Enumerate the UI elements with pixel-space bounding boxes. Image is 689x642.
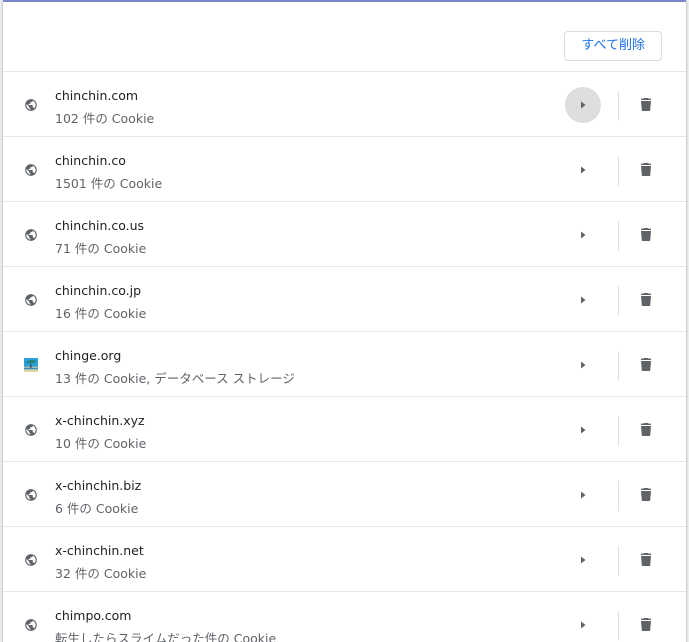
separator [618,286,619,316]
site-row[interactable]: chinchin.com 102 件の Cookie [3,71,686,136]
delete-site-button[interactable] [632,413,660,445]
list-header: すべて削除 [3,2,686,71]
site-cookie-count: 32 件の Cookie [55,566,147,581]
caret-right-icon [581,621,586,629]
trash-icon [641,423,651,436]
site-cookie-count: 転生したらスライムだった件の Cookie [55,631,277,642]
site-name: chinchin.co.us [55,218,145,233]
site-name: chinge.org [55,348,122,363]
separator [618,611,619,641]
caret-right-icon [581,231,586,239]
site-cookie-count: 71 件の Cookie [55,241,147,256]
remove-all-button[interactable]: すべて削除 [564,31,662,61]
expand-site-button[interactable] [565,87,601,123]
globe-icon [24,488,38,502]
globe-icon [24,163,38,177]
site-cookie-count: 10 件の Cookie [55,436,147,451]
expand-site-button[interactable] [565,607,601,642]
expand-site-button[interactable] [565,347,601,383]
site-name: x-chinchin.net [55,543,144,558]
caret-right-icon [581,166,586,174]
separator [618,416,619,446]
trash-icon [641,488,651,501]
cookie-site-list-card: すべて削除 chinchin.com 102 件の Cookie chinchi… [3,0,686,642]
site-row[interactable]: chinchin.co.jp 16 件の Cookie [3,266,686,331]
site-name: chinchin.co.jp [55,283,142,298]
separator [618,351,619,381]
separator [618,91,619,121]
globe-icon [24,228,38,242]
caret-right-icon [581,491,586,499]
separator [618,546,619,576]
caret-right-icon [581,361,586,369]
caret-right-icon [581,426,586,434]
trash-icon [641,163,651,176]
site-row[interactable]: x-chinchin.xyz 10 件の Cookie [3,396,686,461]
caret-right-icon [581,101,586,109]
site-row[interactable]: x-chinchin.biz 6 件の Cookie [3,461,686,526]
delete-site-button[interactable] [632,348,660,380]
site-name: chimpo.com [55,608,132,623]
trash-icon [641,618,651,631]
site-cookie-count: 102 件の Cookie [55,111,155,126]
trash-icon [641,358,651,371]
caret-right-icon [581,556,586,564]
globe-icon [24,98,38,112]
globe-icon [24,423,38,437]
site-name: x-chinchin.biz [55,478,142,493]
site-cookie-count: 6 件の Cookie [55,501,139,516]
expand-site-button[interactable] [565,152,601,188]
trash-icon [641,228,651,241]
trash-icon [641,553,651,566]
site-row[interactable]: chimpo.com 転生したらスライムだった件の Cookie [3,591,686,642]
site-cookie-count: 1501 件の Cookie [55,176,163,191]
separator [618,221,619,251]
expand-site-button[interactable] [565,412,601,448]
site-name: chinchin.com [55,88,139,103]
separator [618,156,619,186]
expand-site-button[interactable] [565,542,601,578]
globe-icon [24,618,38,632]
delete-site-button[interactable] [632,608,660,640]
delete-site-button[interactable] [632,283,660,315]
expand-site-button[interactable] [565,477,601,513]
site-row[interactable]: chinchin.co.us 71 件の Cookie [3,201,686,266]
trash-icon [641,293,651,306]
site-row[interactable]: chinge.org 13 件の Cookie, データベース ストレージ [3,331,686,396]
favicon-image-icon [24,358,38,372]
site-row[interactable]: chinchin.co 1501 件の Cookie [3,136,686,201]
site-row[interactable]: x-chinchin.net 32 件の Cookie [3,526,686,591]
caret-right-icon [581,296,586,304]
delete-site-button[interactable] [632,478,660,510]
site-name: chinchin.co [55,153,126,168]
separator [618,481,619,511]
expand-site-button[interactable] [565,217,601,253]
delete-site-button[interactable] [632,218,660,250]
globe-icon [24,553,38,567]
site-name: x-chinchin.xyz [55,413,145,428]
delete-site-button[interactable] [632,88,660,120]
site-cookie-count: 13 件の Cookie, データベース ストレージ [55,371,295,386]
globe-icon [24,293,38,307]
delete-site-button[interactable] [632,543,660,575]
site-cookie-count: 16 件の Cookie [55,306,147,321]
delete-site-button[interactable] [632,153,660,185]
trash-icon [641,98,651,111]
expand-site-button[interactable] [565,282,601,318]
